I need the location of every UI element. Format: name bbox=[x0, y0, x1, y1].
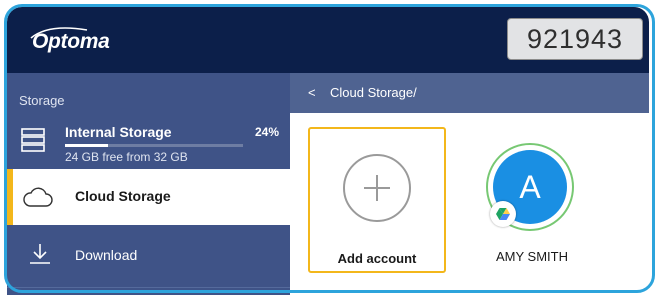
add-account-label: Add account bbox=[337, 251, 417, 266]
plus-vertical-stroke bbox=[376, 175, 378, 201]
sidebar-title: Storage bbox=[19, 93, 65, 108]
sidebar-divider bbox=[7, 287, 290, 288]
storage-usage-bar bbox=[65, 144, 243, 147]
breadcrumb: Cloud Storage/ bbox=[330, 85, 417, 100]
download-icon bbox=[30, 244, 50, 264]
cloud-accounts-area: Add account A AMY SMITH bbox=[290, 113, 649, 295]
google-drive-icon bbox=[490, 201, 516, 227]
storage-usage-fill bbox=[65, 144, 108, 147]
account-card[interactable]: A AMY SMITH bbox=[472, 127, 592, 273]
internal-storage-label: Internal Storage bbox=[65, 124, 172, 140]
download-label: Download bbox=[75, 247, 138, 263]
pin-code-display: 921943 bbox=[507, 18, 643, 60]
sidebar-item-internal-storage[interactable]: Internal Storage 24% 24 GB free from 32 … bbox=[7, 117, 290, 167]
path-bar: < Cloud Storage/ bbox=[290, 73, 649, 113]
internal-storage-percent: 24% bbox=[255, 125, 280, 139]
sidebar-item-download[interactable]: Download bbox=[7, 227, 290, 283]
top-bar: Optoma 921943 bbox=[7, 7, 649, 73]
storage-drive-icon bbox=[21, 128, 45, 152]
sidebar-item-cloud-storage[interactable]: Cloud Storage bbox=[7, 169, 290, 225]
account-name: AMY SMITH bbox=[496, 249, 568, 264]
sidebar: Storage Internal Storage 24% 24 GB free … bbox=[7, 73, 290, 295]
cloud-icon bbox=[23, 187, 53, 207]
selected-indicator bbox=[7, 169, 13, 225]
internal-storage-free-text: 24 GB free from 32 GB bbox=[65, 150, 188, 164]
optoma-logo: Optoma bbox=[32, 30, 110, 53]
app-window: Optoma 921943 Storage Internal Storage 2… bbox=[0, 0, 657, 295]
add-account-button[interactable]: Add account bbox=[308, 127, 446, 273]
back-arrow-icon[interactable]: < bbox=[308, 85, 316, 100]
cloud-storage-label: Cloud Storage bbox=[75, 188, 171, 204]
plus-circle-icon bbox=[343, 154, 411, 222]
